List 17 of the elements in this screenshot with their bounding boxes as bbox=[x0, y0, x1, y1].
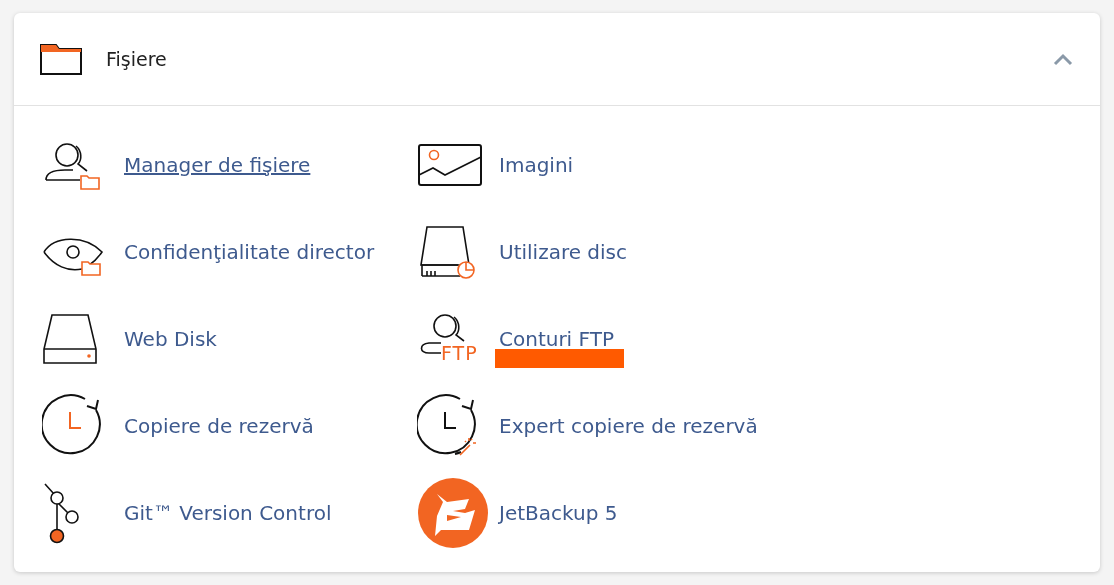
tool-link[interactable]: Manager de fişiere bbox=[124, 152, 311, 177]
tool-link[interactable]: Web Disk bbox=[124, 326, 217, 351]
tool-link[interactable]: JetBackup 5 bbox=[499, 500, 618, 525]
tool-link[interactable]: Expert copiere de rezervă bbox=[499, 413, 758, 438]
panel-title: Fişiere bbox=[106, 46, 167, 72]
tool-link[interactable]: Utilizare disc bbox=[499, 239, 628, 264]
tool-link[interactable]: Copiere de rezervă bbox=[124, 413, 314, 438]
dragon-logo-icon bbox=[417, 476, 489, 549]
disk-drive-icon bbox=[42, 311, 98, 366]
disk-chart-icon bbox=[417, 223, 477, 280]
tool-link[interactable]: Conturi FTP bbox=[499, 326, 614, 351]
image-icon bbox=[417, 141, 483, 188]
tool-link[interactable]: Git™ Version Control bbox=[124, 500, 332, 525]
tool-link[interactable]: Imagini bbox=[499, 152, 574, 177]
tool-link[interactable]: Confidenţialitate director bbox=[124, 239, 375, 264]
folder-icon bbox=[40, 43, 82, 75]
collapse-icon[interactable] bbox=[1052, 52, 1074, 66]
